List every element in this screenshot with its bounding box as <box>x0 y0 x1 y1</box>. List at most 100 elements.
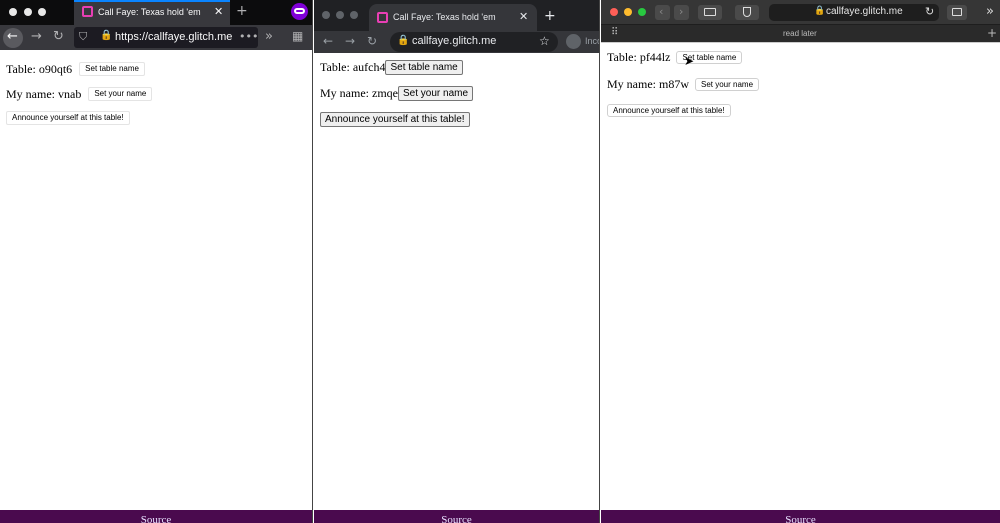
bookmark-star-icon[interactable]: ☆ <box>539 35 550 47</box>
minimize-window-dot[interactable] <box>24 8 32 16</box>
forward-button[interactable]: › <box>674 5 689 20</box>
table-row: Table: o90qt6 Set table name <box>6 61 145 77</box>
mouse-cursor-icon: ➤ <box>684 54 695 68</box>
incognito-label: Inco <box>585 36 599 46</box>
close-tab-icon[interactable]: ✕ <box>214 6 223 17</box>
new-tab-icon[interactable]: + <box>544 9 556 23</box>
tab-title: Call Faye: Texas hold 'em <box>393 12 496 22</box>
announce-button[interactable]: Announce yourself at this table! <box>607 103 731 117</box>
page-content: Table: pf44lz Set table name My name: m8… <box>601 43 1000 523</box>
forward-arrow-icon[interactable]: → <box>345 35 355 47</box>
chrome-toolbar: ← → ↻ 🔒 callfaye.glitch.me ☆ Inco <box>314 31 599 53</box>
tab-title: Call Faye: Texas hold 'em <box>98 7 201 17</box>
overflow-chevron-icon[interactable]: » <box>265 30 273 43</box>
sidebar-icon <box>704 8 716 16</box>
zoom-window-dot[interactable] <box>350 11 358 19</box>
back-arrow-icon: ← <box>7 29 18 44</box>
announce-row: Announce yourself at this table! <box>6 110 130 126</box>
safari-toolbar: ‹ › 🔒 callfaye.glitch.me ↻ » <box>601 0 1000 25</box>
lock-icon[interactable]: 🔒 <box>397 36 409 46</box>
firefox-window: Call Faye: Texas hold 'em ✕ + ← → ↻ ⛉ 🔒 … <box>0 0 313 523</box>
set-table-name-button[interactable]: Set table name <box>79 62 145 77</box>
add-tab-icon[interactable]: + <box>987 27 997 39</box>
tracking-shield-icon[interactable]: ⛉ <box>79 31 87 42</box>
url-text: https://callfaye.glitch.me <box>115 31 233 43</box>
set-table-name-button[interactable]: Set table name <box>385 59 463 75</box>
address-bar[interactable]: 🔒 callfaye.glitch.me ↻ <box>769 4 939 21</box>
announce-button[interactable]: Announce yourself at this table! <box>6 111 130 126</box>
reload-icon[interactable]: ↻ <box>53 30 64 43</box>
table-label: Table: o90qt6 <box>6 61 73 76</box>
set-name-button[interactable]: Set your name <box>397 85 474 101</box>
zoom-window-dot[interactable] <box>38 8 46 16</box>
sidebar-toggle-button[interactable] <box>698 5 722 20</box>
reload-icon[interactable]: ↻ <box>925 6 934 17</box>
minimize-window-dot[interactable] <box>624 8 632 16</box>
back-arrow-icon[interactable]: ← <box>323 35 333 47</box>
zoom-window-dot[interactable] <box>638 8 646 16</box>
chrome-tab-bar: Call Faye: Texas hold 'em ✕ + <box>314 0 599 31</box>
address-bar[interactable]: ⛉ 🔒 https://callfaye.glitch.me ••• <box>74 27 258 48</box>
back-chevron-icon: ‹ <box>659 5 664 18</box>
new-tab-icon[interactable]: + <box>236 4 248 18</box>
lock-icon[interactable]: 🔒 <box>100 31 112 41</box>
close-window-dot[interactable] <box>9 8 17 16</box>
overflow-chevron-icon[interactable]: » <box>986 5 994 18</box>
source-link[interactable]: Source <box>785 514 816 523</box>
name-row: My name: m87w Set your name <box>607 76 760 92</box>
lock-icon: 🔒 <box>814 6 826 16</box>
source-link[interactable]: Source <box>441 514 472 523</box>
set-name-button[interactable]: Set your name <box>695 77 760 91</box>
chrome-window: Call Faye: Texas hold 'em ✕ + ← → ↻ 🔒 ca… <box>314 0 600 523</box>
footer: Source <box>0 510 312 523</box>
glitch-favicon-icon <box>377 12 388 23</box>
name-label: My name: vnab <box>6 86 82 101</box>
grid-icon[interactable]: ⠿ <box>611 28 618 38</box>
safari-favorites-bar: ⠿ read later + <box>601 25 1000 43</box>
close-window-dot[interactable] <box>322 11 330 19</box>
table-row: Table: pf44lz Set table name <box>607 49 743 65</box>
extensions-icon[interactable]: ▦ <box>292 30 303 42</box>
table-label: Table: aufch4 <box>320 59 386 74</box>
tab-overview-button[interactable] <box>947 5 967 20</box>
announce-row: Announce yourself at this table! <box>607 102 731 117</box>
page-actions-icon[interactable]: ••• <box>239 31 258 42</box>
close-window-dot[interactable] <box>610 8 618 16</box>
forward-arrow-icon[interactable]: → <box>31 30 42 43</box>
announce-button[interactable]: Announce yourself at this table! <box>320 111 470 127</box>
tab-call-faye[interactable]: Call Faye: Texas hold 'em ✕ <box>74 0 230 25</box>
source-link[interactable]: Source <box>141 514 172 523</box>
page-content: Table: o90qt6 Set table name My name: vn… <box>0 50 312 523</box>
footer: Source <box>601 510 1000 523</box>
glitch-favicon-icon <box>82 6 93 17</box>
tabs-icon <box>952 8 962 16</box>
page-content: Table: aufch4 Set table name My name: zmq… <box>314 53 599 523</box>
back-button[interactable]: ‹ <box>655 5 670 20</box>
firefox-tab-bar: Call Faye: Texas hold 'em ✕ + <box>0 0 312 25</box>
private-browsing-icon <box>291 3 308 20</box>
name-label: My name: m87w <box>607 76 689 91</box>
tab-call-faye[interactable]: Call Faye: Texas hold 'em ✕ <box>369 4 537 31</box>
back-button[interactable]: ← <box>3 28 23 48</box>
table-row: Table: aufch4 Set table name <box>320 59 463 75</box>
forward-chevron-icon: › <box>679 5 684 18</box>
name-row: My name: zmqe Set your name <box>320 85 474 101</box>
reading-list-label[interactable]: read later <box>783 29 817 38</box>
name-label: My name: zmqe <box>320 85 398 100</box>
close-tab-icon[interactable]: ✕ <box>519 11 528 22</box>
minimize-window-dot[interactable] <box>336 11 344 19</box>
safari-window: ‹ › 🔒 callfaye.glitch.me ↻ » ⠿ read late… <box>601 0 1000 523</box>
privacy-report-button[interactable] <box>735 5 759 20</box>
name-row: My name: vnab Set your name <box>6 86 153 102</box>
firefox-toolbar: ← → ↻ ⛉ 🔒 https://callfaye.glitch.me •••… <box>0 25 312 50</box>
set-name-button[interactable]: Set your name <box>88 87 153 102</box>
url-text: callfaye.glitch.me <box>826 6 903 17</box>
table-label: Table: pf44lz <box>607 49 671 64</box>
shield-icon <box>743 7 751 17</box>
address-bar[interactable]: 🔒 callfaye.glitch.me ☆ <box>390 32 558 52</box>
footer: Source <box>314 510 599 523</box>
reload-icon[interactable]: ↻ <box>367 35 377 47</box>
incognito-icon[interactable] <box>566 34 581 49</box>
announce-row: Announce yourself at this table! <box>320 111 470 127</box>
url-text: callfaye.glitch.me <box>412 35 497 47</box>
